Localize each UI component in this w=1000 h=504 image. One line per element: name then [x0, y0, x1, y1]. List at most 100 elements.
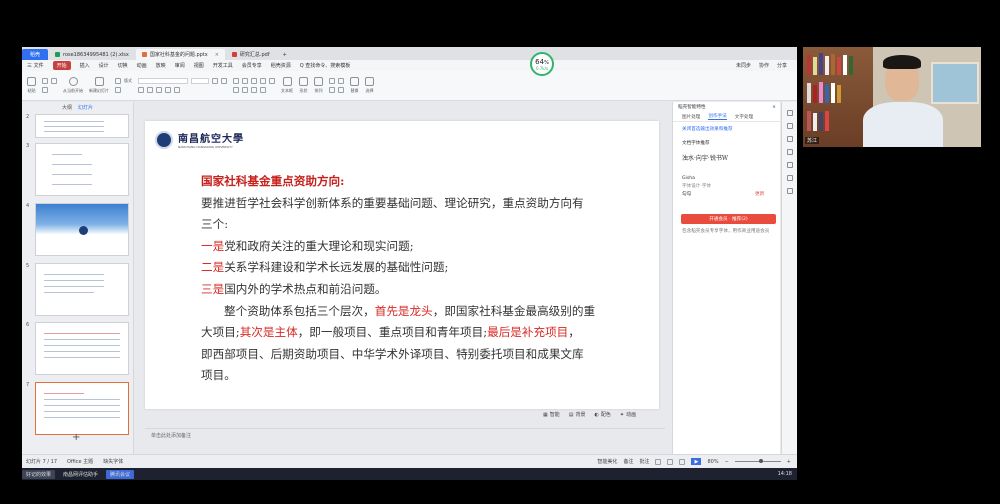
update-link[interactable]: 更新: [755, 191, 764, 197]
slide-canvas[interactable]: 南昌航空大學 NANCHANG HANGKONG UNIVERSITY 国家社科…: [145, 121, 659, 409]
taskbar-item[interactable]: 好记的效果: [22, 469, 56, 479]
zoom-knob[interactable]: [758, 459, 763, 463]
tab-pdf[interactable]: 研究汇总.pdf: [226, 49, 276, 60]
arrange-button[interactable]: 排列: [314, 77, 323, 94]
fill-icon[interactable]: [338, 78, 344, 84]
format-painter-icon[interactable]: [42, 87, 48, 93]
outline-icon[interactable]: [329, 87, 335, 93]
align-right-icon[interactable]: [251, 87, 257, 93]
sorter-view-icon[interactable]: [667, 458, 674, 465]
slide-body-text[interactable]: 国家社科基金重点资助方向: 要推进哲学社会科学创新体系的重要基础问题、理论研究，…: [201, 171, 621, 387]
open-membership-button[interactable]: 开通会员 · 推荐(2): [681, 214, 776, 224]
menu-animation[interactable]: 动画: [137, 62, 147, 69]
textbox-button[interactable]: 文本框: [281, 77, 293, 94]
smart-beautify-button[interactable]: 智能美化: [597, 458, 617, 465]
tab-pptx[interactable]: 国家社科基金的问题.pptx ×: [135, 49, 225, 60]
menu-slideshow[interactable]: 放映: [156, 62, 166, 69]
zoom-out-icon[interactable]: −: [725, 459, 729, 465]
share-button[interactable]: 分享: [777, 62, 787, 69]
menu-insert[interactable]: 插入: [80, 62, 90, 69]
search-command[interactable]: Q 查找命令、搜索模板: [300, 62, 351, 69]
font-grow-icon[interactable]: [212, 78, 218, 84]
taskbar-item[interactable]: 腾讯会议: [106, 469, 135, 479]
background-button[interactable]: ▤ 背景: [569, 411, 586, 419]
align-left-icon[interactable]: [233, 87, 239, 93]
tab-xlsx[interactable]: rose18634995481 (2).xlsx: [49, 49, 135, 60]
tab-text[interactable]: 文字处理: [735, 114, 753, 120]
italic-icon[interactable]: [147, 87, 153, 93]
menu-view[interactable]: 视图: [194, 62, 204, 69]
strike-icon[interactable]: [165, 87, 171, 93]
tool-icon[interactable]: [786, 123, 793, 129]
tab-creation[interactable]: 创作手法: [708, 113, 727, 120]
close-icon[interactable]: ×: [215, 52, 219, 58]
font-name-select[interactable]: [138, 78, 188, 84]
copy-icon[interactable]: [51, 78, 57, 84]
tool-icon[interactable]: [786, 149, 793, 155]
close-icon[interactable]: ×: [772, 105, 776, 110]
missing-font-button[interactable]: 缺失字体: [103, 458, 123, 465]
comment-toggle[interactable]: 批注: [639, 458, 649, 465]
zoom-in-icon[interactable]: +: [787, 459, 791, 465]
menu-transition[interactable]: 切换: [118, 62, 128, 69]
effect-icon[interactable]: [338, 87, 344, 93]
tool-icon[interactable]: [786, 136, 793, 142]
reading-view-icon[interactable]: [679, 458, 686, 465]
outdent-icon[interactable]: [260, 78, 266, 84]
play-from-current-button[interactable]: 从当前开始: [63, 77, 83, 94]
find-icon[interactable]: [329, 78, 335, 84]
new-tab-button[interactable]: +: [277, 49, 293, 60]
font-size-select[interactable]: [191, 78, 209, 84]
menu-design[interactable]: 设计: [99, 62, 109, 69]
menu-home[interactable]: 开始: [52, 61, 71, 70]
paste-button[interactable]: 粘贴: [27, 77, 36, 94]
numbering-icon[interactable]: [242, 78, 248, 84]
menu-member[interactable]: 会员专享: [242, 62, 262, 69]
menu-resources[interactable]: 稻壳资源: [271, 62, 291, 69]
tool-icon[interactable]: [786, 162, 793, 168]
tool-icon[interactable]: [786, 175, 793, 181]
font-shrink-icon[interactable]: [221, 78, 227, 84]
shape-button[interactable]: 形状: [299, 77, 308, 94]
play-slideshow-button[interactable]: ▶: [691, 458, 702, 465]
menu-file[interactable]: 三 文件: [27, 62, 44, 69]
pane-link[interactable]: 关闭首选输出效果和推荐: [682, 126, 733, 132]
menu-review[interactable]: 审阅: [175, 62, 185, 69]
replace-button[interactable]: 替换: [350, 77, 359, 94]
font-option[interactable]: 勾勾: [682, 191, 691, 197]
menu-developer[interactable]: 开发工具: [213, 62, 233, 69]
sync-status[interactable]: 未同步: [736, 62, 751, 69]
tab-slides[interactable]: 幻灯片: [78, 104, 93, 111]
tab-image[interactable]: 图片处理: [682, 114, 700, 120]
color-scheme-button[interactable]: ◐ 配色: [595, 411, 611, 419]
zoom-slider[interactable]: [734, 459, 781, 463]
smart-button[interactable]: ▦ 智能: [543, 411, 560, 419]
notes-area[interactable]: 单击此处添加备注: [145, 428, 665, 441]
font-color-icon[interactable]: [174, 87, 180, 93]
layout-icon[interactable]: [115, 78, 121, 84]
collab-button[interactable]: 协作: [759, 62, 769, 69]
select-button[interactable]: 选择: [365, 77, 374, 94]
font-option[interactable]: Gisha: [682, 176, 695, 181]
new-slide-button[interactable]: 新建幻灯片: [89, 77, 109, 94]
tab-outline[interactable]: 大纲: [62, 104, 72, 111]
section-icon[interactable]: [115, 87, 121, 93]
bullets-icon[interactable]: [233, 78, 239, 84]
justify-icon[interactable]: [260, 87, 266, 93]
font-option[interactable]: 浊水·向宇·锐书W: [682, 153, 728, 162]
underline-icon[interactable]: [156, 87, 162, 93]
zoom-level[interactable]: 80%: [707, 459, 718, 465]
normal-view-icon[interactable]: [655, 458, 662, 465]
notes-toggle[interactable]: 备注: [623, 458, 633, 465]
add-slide-button[interactable]: +: [72, 432, 80, 443]
cut-icon[interactable]: [42, 78, 48, 84]
line-spacing-icon[interactable]: [269, 78, 275, 84]
taskbar-item[interactable]: 南昌网评估助手: [59, 470, 102, 479]
tool-icon[interactable]: [786, 188, 793, 194]
indent-icon[interactable]: [251, 78, 257, 84]
animation-button[interactable]: ✦ 动画: [620, 411, 636, 419]
bold-icon[interactable]: [138, 87, 144, 93]
align-center-icon[interactable]: [242, 87, 248, 93]
tab-home[interactable]: 稻壳: [22, 49, 48, 60]
tool-icon[interactable]: [786, 110, 793, 116]
